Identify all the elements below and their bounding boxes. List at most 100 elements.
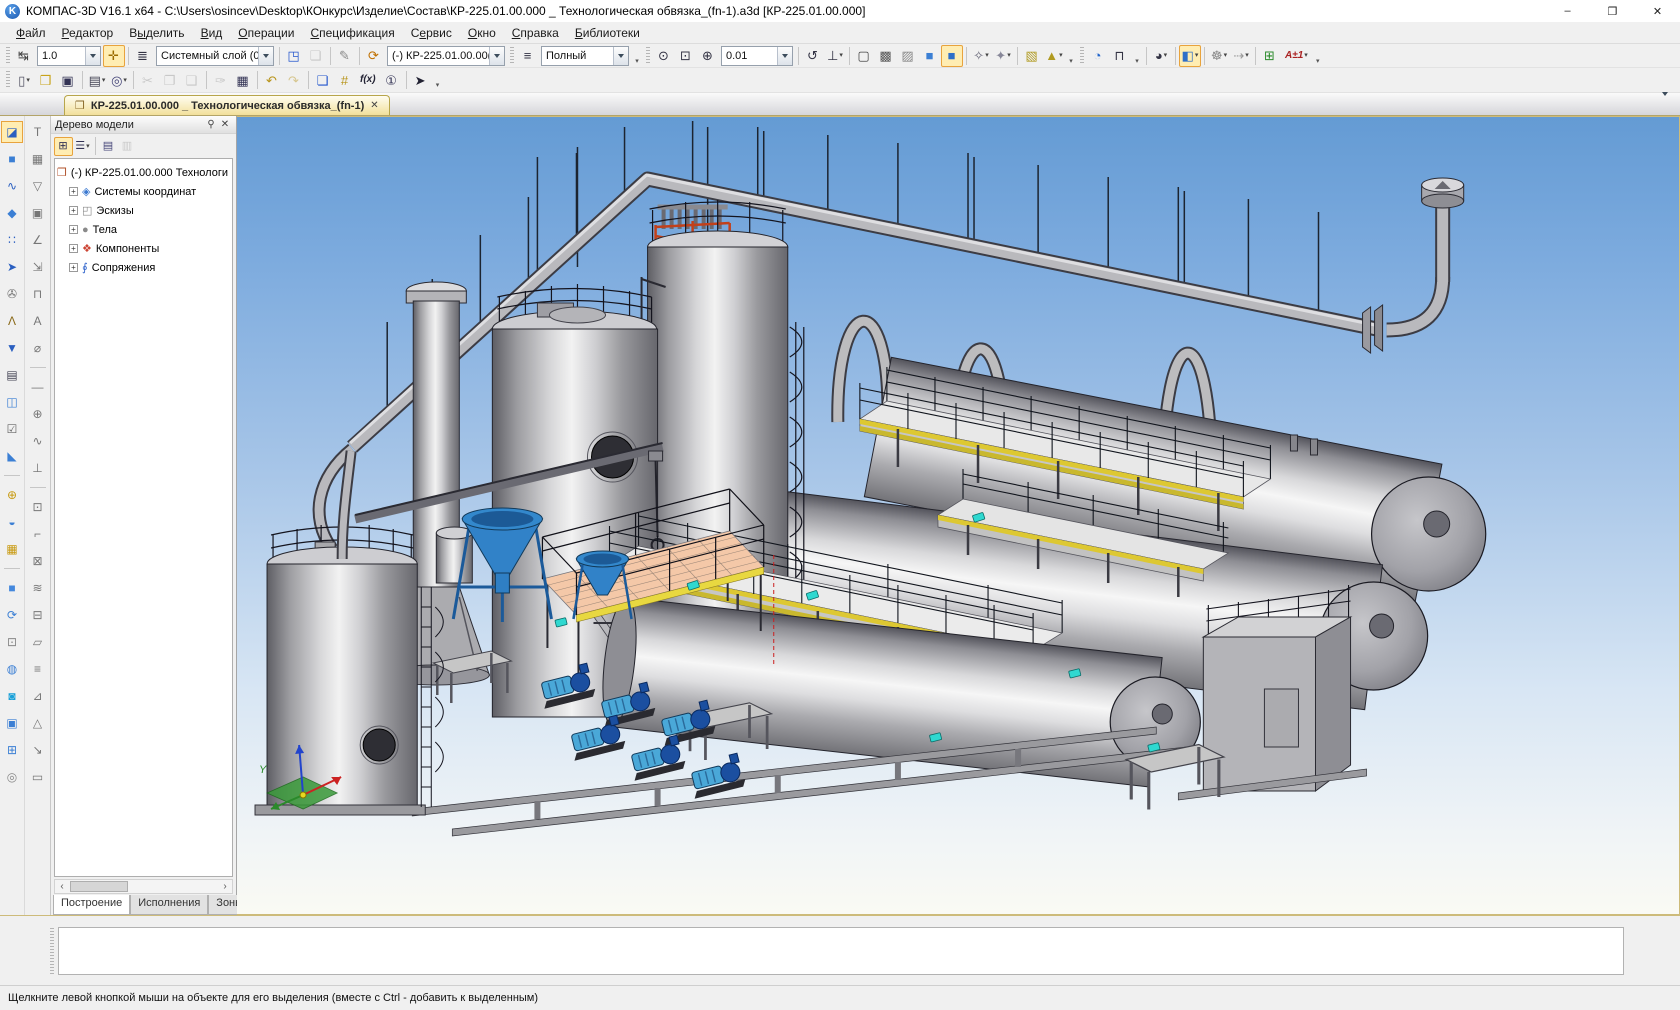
tab-list-dropdown-icon[interactable] (1662, 96, 1668, 110)
menu-item[interactable]: Файл (8, 24, 54, 42)
datum-icon[interactable]: ▽ (27, 175, 49, 197)
expand-icon[interactable]: + (69, 225, 78, 234)
combo-arrow-icon[interactable] (613, 47, 628, 65)
rotate-view-icon[interactable]: ↺ (802, 45, 824, 67)
array-icon[interactable]: ▦ (1, 538, 23, 560)
slot-icon[interactable]: ⊟ (27, 604, 49, 626)
orientation-icon[interactable]: ⊥▾ (824, 45, 846, 67)
combo-arrow-icon[interactable] (258, 47, 273, 65)
corner-icon[interactable]: ◣ (1, 445, 23, 467)
menu-item[interactable]: Библиотеки (567, 24, 648, 42)
layer-combo[interactable]: Системный слой (0) (156, 46, 274, 66)
shaded-view-icon[interactable]: ■ (941, 45, 963, 67)
copy-properties-icon[interactable]: ❏ (305, 45, 327, 67)
tree-item[interactable]: + ◰ Эскизы (57, 201, 230, 220)
expand-icon[interactable]: + (69, 263, 78, 272)
combo-arrow-icon[interactable] (85, 47, 100, 65)
zoom-in-icon[interactable]: ⊕ (697, 45, 719, 67)
hide-objects-icon[interactable]: ◕▾ (1150, 45, 1172, 67)
functions-icon[interactable]: f(x) (356, 69, 381, 91)
toolbar-overflow-icon[interactable]: ▾ (432, 69, 444, 91)
local-frame-icon[interactable]: ◳ (283, 45, 305, 67)
panel-grip[interactable] (50, 928, 54, 974)
parallelogram-icon[interactable]: ▱ (27, 631, 49, 653)
section-view-icon[interactable]: ◧▾ (1179, 45, 1201, 67)
surface-icon[interactable]: ◆ (1, 202, 23, 224)
snap-settings-icon[interactable]: ↹ (13, 45, 35, 67)
save-icon[interactable]: ▣ (57, 69, 79, 91)
spline-icon[interactable]: ∿ (1, 175, 23, 197)
rotate-cube-icon[interactable]: ⟳ (1, 604, 23, 626)
diameter-dimension-icon[interactable]: ⌀ (27, 337, 49, 359)
zoom-area-icon[interactable]: ⊡ (675, 45, 697, 67)
expand-icon[interactable]: + (69, 187, 78, 196)
open-icon[interactable]: ❒ (35, 69, 57, 91)
scrollbar-thumb[interactable] (70, 881, 128, 892)
restore-button[interactable]: ❐ (1590, 0, 1635, 22)
check-document-icon[interactable]: ☑ (1, 418, 23, 440)
preview-icon[interactable]: ◎▾ (108, 69, 130, 91)
perpendicular-icon[interactable]: ⊥ (27, 457, 49, 479)
tree-horizontal-scrollbar[interactable]: ‹ › (54, 879, 233, 894)
combo-arrow-icon[interactable] (489, 47, 504, 65)
rebuild-icon[interactable]: ⟳ (363, 45, 385, 67)
leader-icon[interactable]: ⇲ (27, 256, 49, 278)
minimize-button[interactable]: – (1545, 0, 1590, 22)
attach-icon[interactable]: ✇ (1, 283, 23, 305)
tab-ispolneniya[interactable]: Исполнения (130, 895, 208, 915)
paste-icon[interactable]: ❑ (181, 69, 203, 91)
angle-dimension-icon[interactable]: ∠ (27, 229, 49, 251)
sketch-check-icon[interactable]: ✎ (334, 45, 356, 67)
toolbar-overflow-icon[interactable]: ▾ (631, 45, 643, 67)
combo-arrow-icon[interactable] (777, 47, 792, 65)
edit-part-icon[interactable]: ◪ (1, 121, 23, 143)
tree-structure-icon[interactable]: ⊞ (54, 137, 73, 156)
add-component-icon[interactable]: ⊕ (1, 484, 23, 506)
message-box[interactable] (58, 927, 1624, 975)
solid-cube-icon[interactable]: ■ (1, 148, 23, 170)
exploded-view-icon[interactable]: ⇢▾ (1230, 45, 1252, 67)
filter-icon[interactable]: ▼ (1, 337, 23, 359)
frame-icon[interactable]: ◫ (1, 391, 23, 413)
equidistant-icon[interactable]: ≡ (27, 658, 49, 680)
new-document-icon[interactable]: ▯▾ (13, 69, 35, 91)
expand-icon[interactable]: + (69, 244, 78, 253)
variables-icon[interactable]: # (334, 69, 356, 91)
layers-icon[interactable]: ≣ (132, 45, 154, 67)
numbering-icon[interactable]: ① (381, 69, 403, 91)
rect-region-icon[interactable]: ⊡ (27, 496, 49, 518)
tree-root-item[interactable]: ❒ (-) КР-225.01.00.000 Технологи (57, 163, 230, 182)
scroll-left-icon[interactable]: ‹ (55, 880, 69, 893)
perspective-icon[interactable]: ✧▾ (970, 45, 992, 67)
print-icon[interactable]: ▤▾ (86, 69, 108, 91)
arrow-select-icon[interactable]: ➤ (1, 256, 23, 278)
hatch-icon[interactable]: ≋ (27, 577, 49, 599)
measure-3d-icon[interactable]: ⊞ (1259, 45, 1281, 67)
close-button[interactable]: ✕ (1635, 0, 1680, 22)
tree-addons-icon[interactable]: ▥ (118, 137, 137, 156)
center-mark-icon[interactable]: ⊕ (27, 403, 49, 425)
outline-triangle-icon[interactable]: △ (27, 712, 49, 734)
solid-view-icon[interactable]: ■ (919, 45, 941, 67)
menu-item[interactable]: Сервис (403, 24, 460, 42)
mold-icon[interactable]: ◒ (1, 511, 23, 533)
lock-icon[interactable]: ◙ (1, 685, 23, 707)
coordinate-axes-icon[interactable]: ◎ (1, 766, 23, 788)
table-tool-icon[interactable]: ▦ (27, 148, 49, 170)
context-help-icon[interactable]: ➤ (410, 69, 432, 91)
report-book-icon[interactable]: ▤ (1, 364, 23, 386)
move-cube-icon[interactable]: ■ (1, 577, 23, 599)
letter-dimension-icon[interactable]: A (27, 310, 49, 332)
wave-line-icon[interactable]: ∿ (27, 430, 49, 452)
step-combo[interactable]: 0.01 (721, 46, 793, 66)
scroll-right-icon[interactable]: › (218, 880, 232, 893)
hidden-lines-view-icon[interactable]: ▩ (875, 45, 897, 67)
menu-item[interactable]: Операции (230, 24, 302, 42)
tree-item[interactable]: + ◈ Системы координат (57, 182, 230, 201)
format-painter-icon[interactable]: ✑ (210, 69, 232, 91)
text-tool-icon[interactable]: T (27, 121, 49, 143)
spec-edit-icon[interactable]: ⊞ (1, 739, 23, 761)
undo-icon[interactable]: ↶ (261, 69, 283, 91)
detail-level-combo[interactable]: Полный (541, 46, 629, 66)
3d-viewport[interactable]: Y (237, 116, 1680, 915)
